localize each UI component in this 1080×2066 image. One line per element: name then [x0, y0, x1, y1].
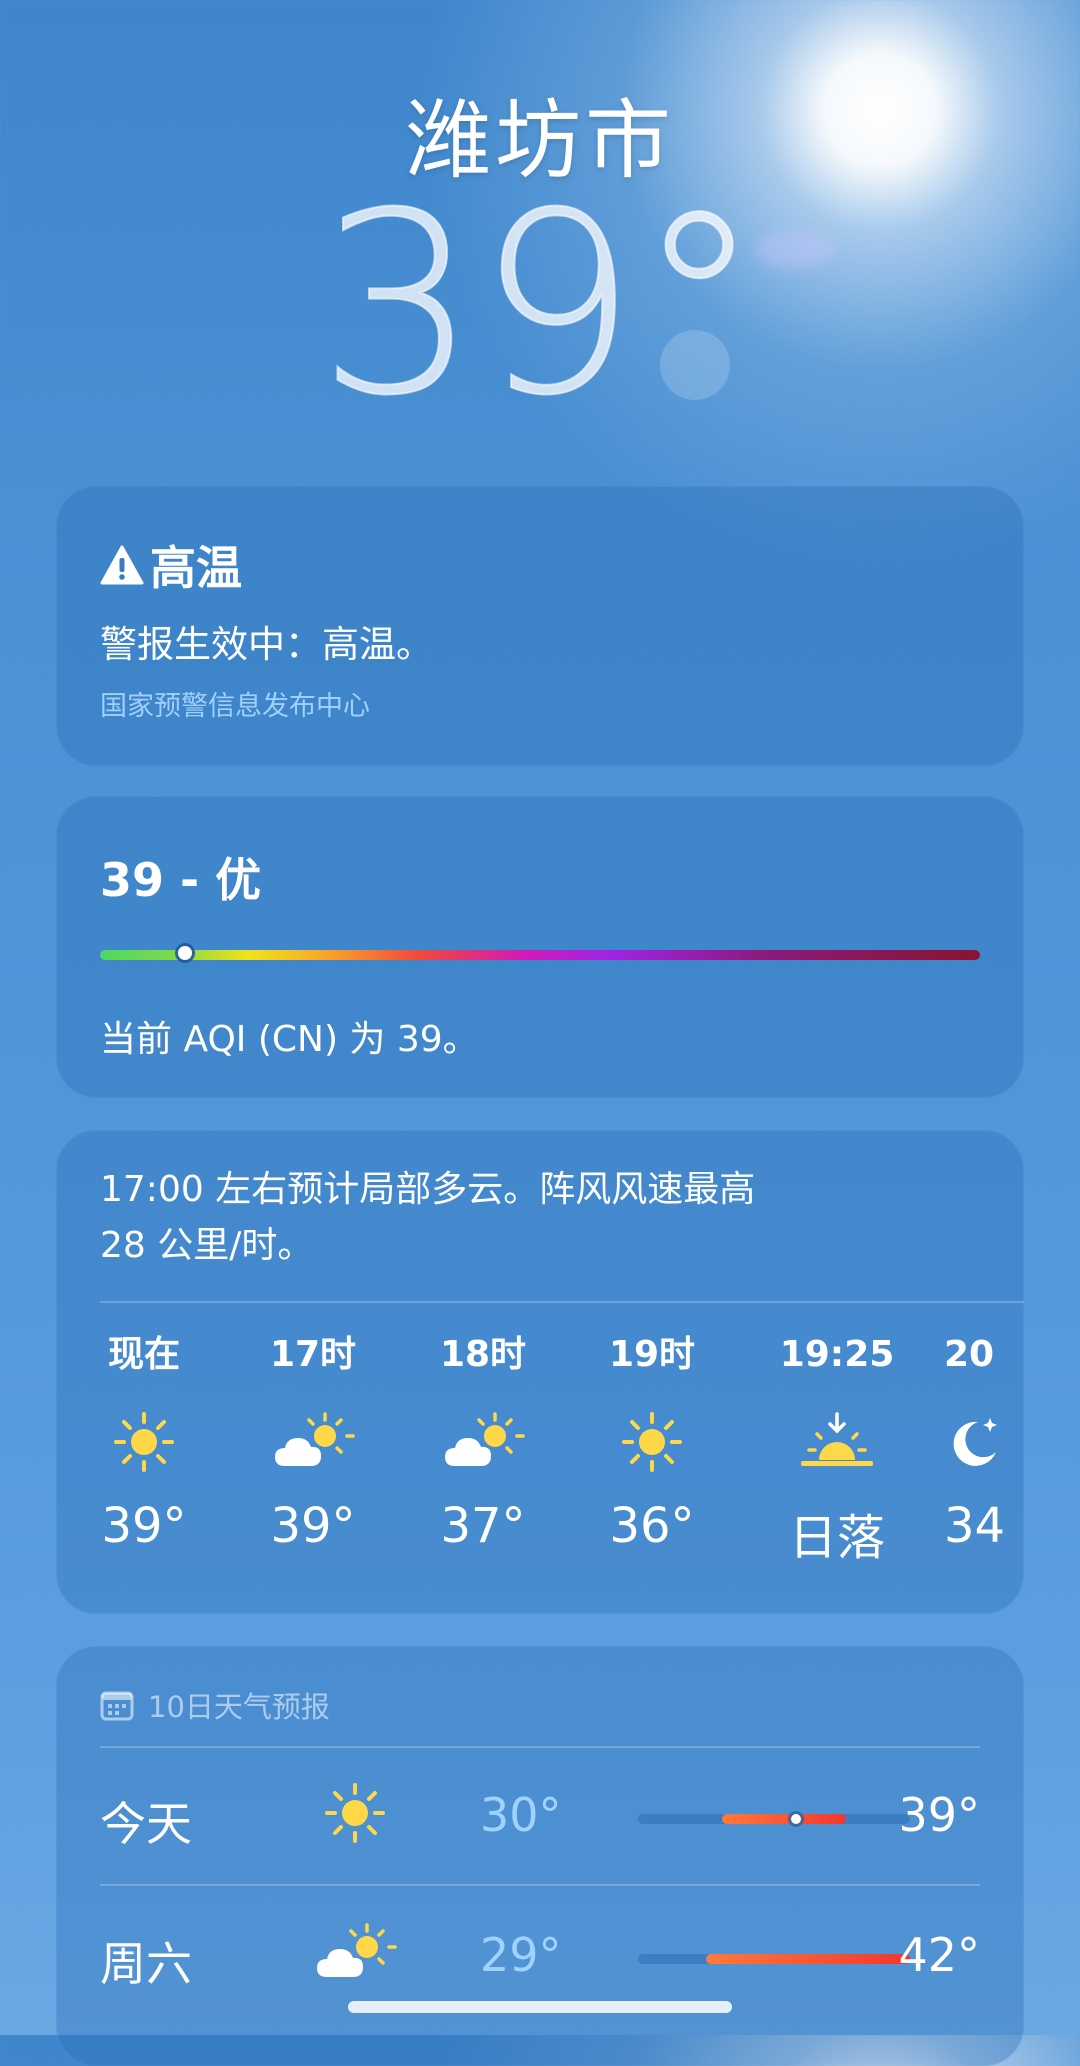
hour-item[interactable]: 17时 39°: [253, 1330, 373, 1554]
aqi-value: 39 - 优: [100, 853, 262, 907]
alert-title: 高温: [100, 532, 242, 598]
hour-temp: 37°: [440, 1498, 526, 1554]
aqi-description: 当前 AQI (CN) 为 39。: [100, 1019, 479, 1060]
partly-cloudy-icon: [275, 1412, 355, 1466]
divider: [100, 1301, 1024, 1303]
temp-range-fill: [706, 1954, 910, 1964]
home-indicator[interactable]: [348, 2001, 732, 2013]
hourly-summary-line: 28 公里/时。: [100, 1225, 314, 1266]
hour-temp: 39°: [270, 1498, 356, 1554]
temp-range-bar: [638, 1954, 910, 1964]
hour-item[interactable]: 现在 39°: [84, 1330, 204, 1554]
day-low-temp: 29°: [480, 1928, 562, 1982]
sun-icon: [114, 1412, 174, 1472]
hour-label: 19:25: [779, 1334, 895, 1375]
hour-label: 20: [944, 1334, 995, 1375]
warning-triangle-icon: [100, 545, 144, 585]
temp-range-fill: [722, 1814, 846, 1824]
hour-label: 19时: [608, 1334, 696, 1375]
hour-temp: 39°: [101, 1498, 187, 1554]
heat-alert-card[interactable]: 高温 警报生效中：高温。 国家预警信息发布中心: [56, 486, 1024, 766]
current-temperature: 39°: [317, 159, 762, 450]
current-temp-marker: [791, 1814, 801, 1824]
ten-day-title: 10日天气预报: [148, 1690, 330, 1724]
hour-label: 17时: [269, 1334, 357, 1375]
hour-item[interactable]: 19时 36°: [592, 1330, 712, 1554]
hourly-summary: 17:00 左右预计局部多云。阵风风速最高 28 公里/时。: [100, 1162, 900, 1274]
sunset-icon: [801, 1412, 873, 1466]
aqi-scale-bar: [100, 950, 980, 960]
alert-source[interactable]: 国家预警信息发布中心: [100, 684, 370, 723]
hour-temp: 日落: [788, 1510, 885, 1566]
ten-day-header: 10日天气预报: [100, 1684, 330, 1726]
moon-icon: [953, 1418, 997, 1466]
sun-icon: [325, 1783, 385, 1843]
hour-item[interactable]: 19:25 日落: [772, 1330, 902, 1568]
day-row-today[interactable]: 今天 30° 39°: [100, 1748, 980, 1888]
temp-range-bar: [638, 1814, 910, 1824]
divider: [100, 1884, 980, 1886]
alert-message: 警报生效中：高温。: [100, 623, 433, 666]
air-quality-card[interactable]: 39 - 优 当前 AQI (CN) 为 39。: [56, 796, 1024, 1098]
partly-cloudy-icon: [317, 1923, 397, 1977]
day-name: 周六: [100, 1937, 192, 1991]
alert-title-text: 高温: [150, 541, 242, 595]
hour-temp: 34: [944, 1498, 1006, 1554]
day-high-temp: 39°: [898, 1788, 980, 1842]
partly-cloudy-icon: [445, 1412, 525, 1466]
hour-label: 现在: [107, 1334, 180, 1375]
hour-item[interactable]: 20 34: [944, 1330, 1024, 1554]
sun-icon: [622, 1412, 682, 1472]
calendar-icon: [100, 1691, 134, 1721]
aqi-indicator: [178, 946, 192, 960]
hourly-summary-line: 17:00 左右预计局部多云。阵风风速最高: [100, 1169, 756, 1210]
day-name: 今天: [100, 1797, 192, 1851]
hourly-forecast-card[interactable]: 17:00 左右预计局部多云。阵风风速最高 28 公里/时。 现在 39° 17…: [56, 1130, 1024, 1614]
day-low-temp: 30°: [480, 1788, 562, 1842]
hour-temp: 36°: [609, 1498, 695, 1554]
hour-label: 18时: [439, 1334, 527, 1375]
hour-item[interactable]: 18时 37°: [423, 1330, 543, 1554]
day-high-temp: 42°: [898, 1928, 980, 1982]
